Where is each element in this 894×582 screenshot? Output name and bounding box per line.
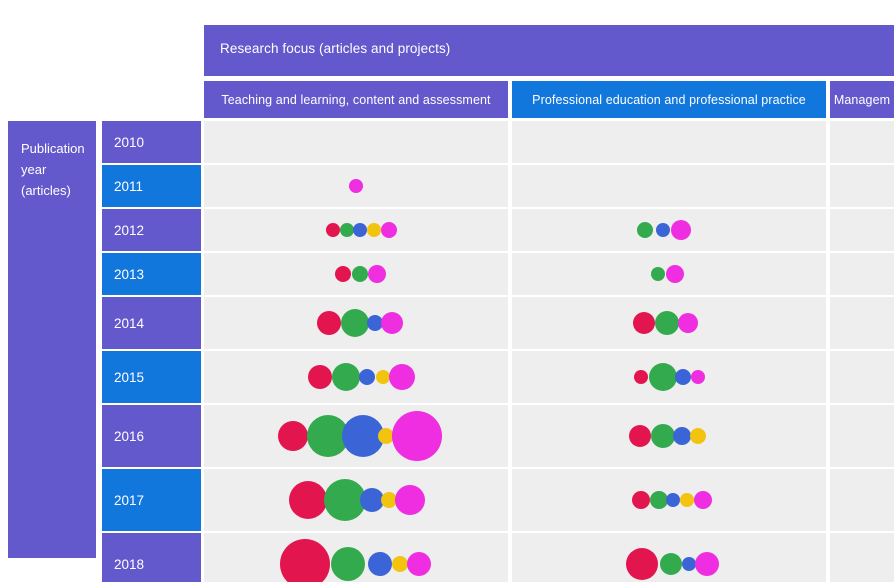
bubble-2015-series_1[interactable] [634,370,648,384]
bubble-2018-series_3[interactable] [682,557,696,571]
bubble-2012-series_2[interactable] [340,223,354,237]
row-label-2010[interactable]: 2010 [102,121,201,163]
bubble-2016-series_1[interactable] [629,425,651,447]
matrix-cell-2014-c2[interactable] [830,297,894,349]
row-axis-title-line-2: year [21,162,47,177]
bubble-2013-series_5[interactable] [666,265,684,283]
bubble-2018-series_3[interactable] [368,552,392,576]
bubble-2015-series_2[interactable] [649,363,677,391]
bubble-2012-series_3[interactable] [656,223,670,237]
matrix-cell-2012-c2[interactable] [830,209,894,251]
bubble-2018-series_5[interactable] [407,552,431,576]
bubble-2016-series_1[interactable] [278,421,308,451]
matrix-cell-2017-c2[interactable] [830,469,894,531]
bubble-2012-series_5[interactable] [671,220,691,240]
row-label-text: 2012 [114,222,145,238]
bubble-2015-series_5[interactable] [389,364,415,390]
bubble-2014-series_5[interactable] [678,313,698,333]
bubble-2016-series_2[interactable] [651,424,675,448]
bubble-2015-series_3[interactable] [675,369,691,385]
bubble-2015-series_4[interactable] [376,370,390,384]
bubble-2016-series_5[interactable] [392,411,442,461]
bubble-2014-series_5[interactable] [381,312,403,334]
row-label-text: 2011 [114,178,144,194]
column-header-label: Managem [833,92,891,107]
bubble-2017-series_4[interactable] [680,493,694,507]
bubble-2016-series_3[interactable] [673,427,691,445]
column-header-label: Teaching and learning, content and asses… [221,92,491,107]
row-label-2015[interactable]: 2015 [102,351,201,403]
bubble-2014-series_1[interactable] [633,312,655,334]
row-label-text: 2016 [114,428,145,444]
bubble-2011-series_5[interactable] [349,179,363,193]
row-label-text: 2017 [114,492,145,508]
column-header-0[interactable]: Teaching and learning, content and asses… [204,81,508,118]
bubble-2012-series_1[interactable] [326,223,340,237]
column-header-1[interactable]: Professional education and professional … [512,81,826,118]
bubble-2014-series_1[interactable] [317,311,341,335]
row-label-text: 2014 [114,315,145,331]
bubble-2015-series_2[interactable] [332,363,360,391]
bubble-2014-series_2[interactable] [341,309,369,337]
bubble-2016-series_4[interactable] [690,428,706,444]
column-axis-title: Research focus (articles and projects) [204,25,894,76]
bubble-2017-series_1[interactable] [289,481,327,519]
row-axis-title-line-1: Publication [21,141,85,156]
bubble-2018-series_4[interactable] [392,556,408,572]
bubble-2012-series_2[interactable] [637,222,653,238]
row-axis-title-line-3: (articles) [21,183,71,198]
bubble-2015-series_1[interactable] [308,365,332,389]
row-label-2013[interactable]: 2013 [102,253,201,295]
matrix-cell-2011-c1[interactable] [512,165,826,207]
row-label-2014[interactable]: 2014 [102,297,201,349]
row-label-2016[interactable]: 2016 [102,405,201,467]
column-header-2[interactable]: Managem [830,81,894,118]
bubble-2017-series_3[interactable] [666,493,680,507]
bubble-2014-series_2[interactable] [655,311,679,335]
bubble-2013-series_1[interactable] [335,266,351,282]
plot-area [204,121,894,582]
row-label-2012[interactable]: 2012 [102,209,201,251]
bubble-2018-series_5[interactable] [695,552,719,576]
matrix-cell-2015-c2[interactable] [830,351,894,403]
matrix-cell-2010-c0[interactable] [204,121,508,163]
bubble-2015-series_3[interactable] [359,369,375,385]
matrix-cell-2016-c2[interactable] [830,405,894,467]
matrix-cell-2010-c1[interactable] [512,121,826,163]
row-label-2017[interactable]: 2017 [102,469,201,531]
bubble-2018-series_1[interactable] [626,548,658,580]
bubble-2012-series_5[interactable] [381,222,397,238]
bubble-2017-series_5[interactable] [694,491,712,509]
bubble-matrix-chart: Research focus (articles and projects) T… [0,0,894,582]
bubble-2013-series_2[interactable] [352,266,368,282]
bubble-2013-series_2[interactable] [651,267,665,281]
row-axis-title: Publication year (articles) [8,121,96,558]
bubble-2012-series_4[interactable] [367,223,381,237]
bubble-2013-series_5[interactable] [368,265,386,283]
row-label-2011[interactable]: 2011 [102,165,201,207]
bubble-2017-series_1[interactable] [632,491,650,509]
row-label-2018[interactable]: 2018 [102,533,201,582]
column-header-label: Professional education and professional … [532,92,806,107]
row-label-text: 2010 [114,134,145,150]
bubble-2018-series_2[interactable] [331,547,365,581]
row-label-text: 2018 [114,556,145,572]
bubble-2018-series_1[interactable] [280,539,330,582]
bubble-2017-series_5[interactable] [395,485,425,515]
bubble-2018-series_2[interactable] [660,553,682,575]
matrix-cell-2010-c2[interactable] [830,121,894,163]
row-label-text: 2015 [114,369,145,385]
matrix-cell-2018-c2[interactable] [830,533,894,582]
bubble-2015-series_5[interactable] [691,370,705,384]
matrix-cell-2013-c2[interactable] [830,253,894,295]
row-label-column: 2010 2011 2012 2013 2014 2015 2016 2017 2018 [102,121,201,582]
row-label-text: 2013 [114,266,145,282]
bubble-2012-series_3[interactable] [353,223,367,237]
matrix-cell-2011-c2[interactable] [830,165,894,207]
column-header-row: Teaching and learning, content and asses… [204,81,894,118]
